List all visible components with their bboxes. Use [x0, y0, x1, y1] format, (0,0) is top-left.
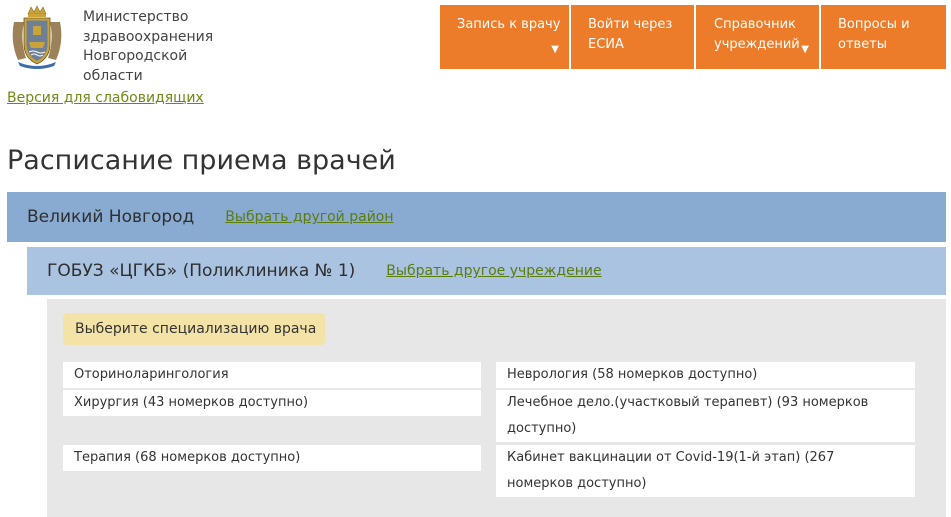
change-institution-link[interactable]: Выбрать другое учреждение — [386, 263, 601, 279]
specialization-prompt: Выберите специализацию врача — [63, 313, 325, 345]
region-bar: Великий Новгород Выбрать другой район — [7, 192, 946, 242]
specialization-panel: Выберите специализацию врача Оторинолари… — [47, 299, 946, 517]
nav-doctor-appointment[interactable]: Запись к врачу ▼ — [440, 5, 569, 69]
specialization-item[interactable]: Оториноларингология — [63, 362, 481, 388]
specialization-item[interactable]: Лечебное дело.(участковый терапевт) (93 … — [496, 390, 915, 442]
nav-doctor-appointment-label: Запись к врачу — [457, 17, 561, 32]
low-vision-version-link[interactable]: Версия для слабовидящих — [7, 90, 204, 106]
nav-faq[interactable]: Вопросы и ответы — [821, 5, 946, 69]
institution-name: ГОБУЗ «ЦГКБ» (Поликлиника № 1) — [47, 261, 356, 281]
top-navigation: Запись к врачу ▼ Войти через ЕСИА Справо… — [440, 5, 946, 69]
ministry-name: Министерство здравоохранения Новгородско… — [83, 9, 214, 84]
nav-esia-login-label: Войти через ЕСИА — [588, 17, 673, 52]
specialization-item[interactable]: Неврология (58 номерков доступно) — [496, 362, 915, 388]
region-name: Великий Новгород — [27, 207, 195, 227]
institution-bar: ГОБУЗ «ЦГКБ» (Поликлиника № 1) Выбрать д… — [27, 247, 946, 295]
page-title: Расписание приема врачей — [7, 145, 396, 176]
caret-down-icon: ▼ — [551, 44, 559, 55]
specialization-item[interactable]: Терапия (68 номерков доступно) — [63, 445, 481, 471]
nav-faq-label: Вопросы и ответы — [838, 17, 910, 52]
caret-down-icon: ▼ — [801, 44, 809, 55]
specialization-item[interactable]: Кабинет вакцинации от Covid-19(1-й этап)… — [496, 445, 915, 497]
change-region-link[interactable]: Выбрать другой район — [225, 209, 393, 225]
nav-institutions-directory[interactable]: Справочник учреждений ▼ — [696, 5, 819, 69]
coat-of-arms-logo — [12, 5, 62, 69]
nav-institutions-directory-label: Справочник учреждений — [714, 17, 800, 52]
nav-esia-login[interactable]: Войти через ЕСИА — [571, 5, 694, 69]
specialization-item[interactable]: Хирургия (43 номерков доступно) — [63, 390, 481, 416]
